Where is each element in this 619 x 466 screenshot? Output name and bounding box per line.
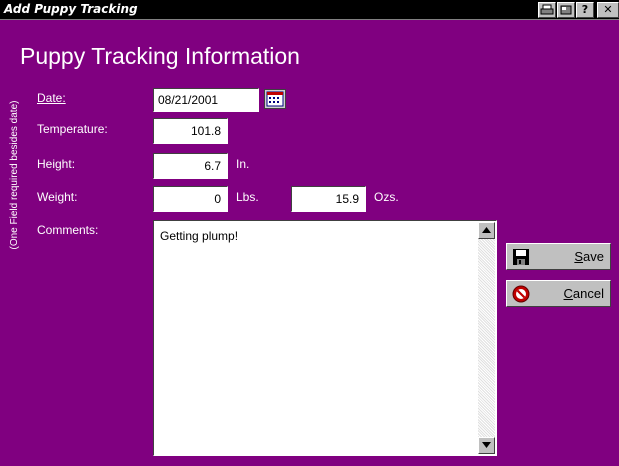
date-field[interactable]: 08/21/2001 [153, 88, 259, 112]
temperature-label: Temperature: [37, 122, 108, 136]
save-button[interactable]: Save [506, 243, 611, 270]
save-label: Save [574, 249, 604, 264]
cancel-button[interactable]: Cancel [506, 280, 611, 307]
comments-text: Getting plump! [160, 229, 239, 243]
weight-label: Weight: [37, 190, 78, 204]
weight-ozs-unit: Ozs. [374, 190, 399, 204]
comments-scrollbar[interactable] [478, 222, 495, 454]
scroll-up-button[interactable] [478, 222, 495, 239]
title-bar: Add Puppy Tracking ? ✕ [0, 0, 619, 20]
window-icon [560, 5, 572, 15]
floppy-disk-icon [513, 249, 529, 265]
window-title: Add Puppy Tracking [4, 2, 138, 16]
date-label: Date: [37, 91, 66, 105]
minimize-button[interactable] [557, 2, 575, 18]
temperature-field[interactable]: 101.8 [153, 118, 228, 144]
required-note-text: (One Field required besides date) [9, 100, 20, 250]
comments-textarea[interactable]: Getting plump! [153, 220, 497, 456]
height-unit: In. [236, 157, 250, 171]
print-button[interactable] [538, 2, 556, 18]
weight-lbs-unit: Lbs. [236, 190, 259, 204]
weight-ozs-field[interactable]: 15.9 [291, 186, 366, 212]
required-note: (One Field required besides date) [3, 80, 27, 270]
comments-label: Comments: [37, 223, 99, 237]
cancel-circle-icon [512, 285, 530, 303]
help-button[interactable]: ? [576, 2, 594, 18]
close-button[interactable]: ✕ [597, 2, 619, 18]
height-label: Height: [37, 157, 76, 171]
weight-lbs-field[interactable]: 0 [153, 186, 228, 212]
page-title: Puppy Tracking Information [20, 43, 300, 69]
scroll-down-arrow-icon [482, 442, 491, 448]
cancel-label: Cancel [563, 286, 604, 301]
scroll-down-button[interactable] [478, 437, 495, 454]
scroll-up-arrow-icon [482, 227, 491, 233]
calendar-button[interactable] [264, 89, 286, 109]
print-icon [540, 4, 554, 15]
height-field[interactable]: 6.7 [153, 153, 228, 179]
calendar-icon [264, 89, 286, 109]
